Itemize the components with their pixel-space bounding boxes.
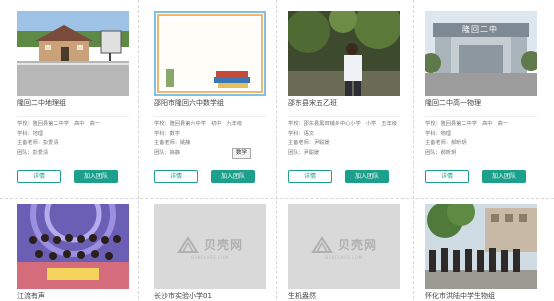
gate-inscription: 隆回二中 — [462, 25, 498, 34]
team-title: 长沙市实验小学01 — [154, 292, 212, 300]
detail-button[interactable]: 详情 — [154, 170, 198, 183]
team-school: 学校：邵东县黑田铺乡中心小学 小学 五年级 — [288, 121, 397, 127]
divider — [154, 116, 266, 117]
team-title: 邵阳市隆回六中数学组 — [154, 99, 224, 107]
column-separator — [276, 0, 277, 299]
team-card[interactable]: 怀化市洪陆中学生物组 — [425, 204, 537, 300]
column-separator — [413, 0, 414, 299]
team-title: 邵东县宋五乙班 — [288, 99, 337, 107]
team-card[interactable]: 邵东县宋五乙班 学校：邵东县黑田铺乡中心小学 小学 五年级 学科：语文 主备老师… — [288, 11, 400, 192]
divider — [425, 116, 537, 117]
team-title: 隆回二中地理组 — [17, 99, 66, 107]
team-title: 隆回二中高一物理 — [425, 99, 481, 107]
team-card[interactable]: 隆回二中 隆回二中高一物理 学校：隆回县第二中学 高中 高一 学科：物理 主备老… — [425, 11, 537, 192]
placeholder-sub: BAKCLASS.COM — [325, 254, 363, 260]
team-members: 团队：郝昕玥 — [425, 149, 457, 156]
join-team-button[interactable]: 加入团队 — [211, 170, 255, 183]
join-team-button[interactable]: 加入团队 — [345, 170, 389, 183]
team-thumbnail[interactable] — [17, 11, 129, 96]
team-leader: 主备老师：郝昕玥 — [425, 140, 467, 146]
row-separator — [0, 198, 554, 199]
shell-logo-icon — [177, 235, 199, 253]
team-card[interactable]: 隆回二中地理组 学校：隆回县第二中学 高中 高一 学科：地理 主备老师：彭爱清 … — [17, 11, 129, 192]
team-card[interactable]: 邵阳市隆回六中数学组 学校：隆回县第六中学 初中 九年级 学科：数学 主备老师：… — [154, 11, 266, 192]
placeholder-sub: BAKCLASS.COM — [191, 254, 229, 260]
column-separator — [138, 0, 139, 299]
team-card[interactable]: 江流有声 — [17, 204, 129, 300]
detail-button[interactable]: 详情 — [425, 170, 469, 183]
team-members: 团队：彭爱清 — [17, 149, 49, 156]
team-leader: 主备老师：彭爱清 — [17, 140, 59, 146]
team-thumbnail[interactable] — [288, 11, 400, 96]
team-subject: 学科：地理 — [17, 130, 43, 137]
team-school: 学校：隆回县第六中学 初中 九年级 — [154, 121, 243, 127]
detail-button[interactable]: 详情 — [17, 170, 61, 183]
tooltip: 数学 — [232, 148, 252, 159]
team-school: 学校：隆回县第二中学 高中 高一 — [17, 121, 101, 127]
team-title: 怀化市洪陆中学生物组 — [425, 292, 495, 300]
divider — [17, 116, 129, 117]
team-title: 生机盎然 — [288, 292, 316, 300]
team-thumbnail[interactable] — [425, 204, 537, 289]
team-thumbnail[interactable]: 隆回二中 — [425, 11, 537, 96]
team-leader: 主备老师：尹聪媛 — [288, 140, 330, 146]
placeholder-brand: 贝壳网 — [204, 238, 244, 252]
join-team-button[interactable]: 加入团队 — [482, 170, 526, 183]
join-team-button[interactable]: 加入团队 — [74, 170, 118, 183]
detail-button[interactable]: 详情 — [288, 170, 332, 183]
team-thumbnail-placeholder[interactable]: 贝壳网 BAKCLASS.COM — [154, 204, 266, 289]
team-school: 学校：隆回县第二中学 高中 高一 — [425, 121, 509, 127]
team-title: 江流有声 — [17, 292, 45, 300]
team-thumbnail-placeholder[interactable]: 贝壳网 BAKCLASS.COM — [288, 204, 400, 289]
team-thumbnail[interactable] — [154, 11, 266, 96]
team-card[interactable]: 贝壳网 BAKCLASS.COM 长沙市实验小学01 — [154, 204, 266, 300]
team-subject: 学科：语文 — [288, 130, 314, 137]
placeholder-brand: 贝壳网 — [338, 238, 378, 252]
divider — [288, 116, 400, 117]
team-thumbnail[interactable] — [17, 204, 129, 289]
team-subject: 学科：物理 — [425, 130, 451, 137]
team-subject: 学科：数学 — [154, 130, 180, 137]
shell-logo-icon — [311, 235, 333, 253]
team-card[interactable]: 贝壳网 BAKCLASS.COM 生机盎然 — [288, 204, 400, 300]
team-members: 团队：尹聪媛 — [288, 149, 320, 156]
